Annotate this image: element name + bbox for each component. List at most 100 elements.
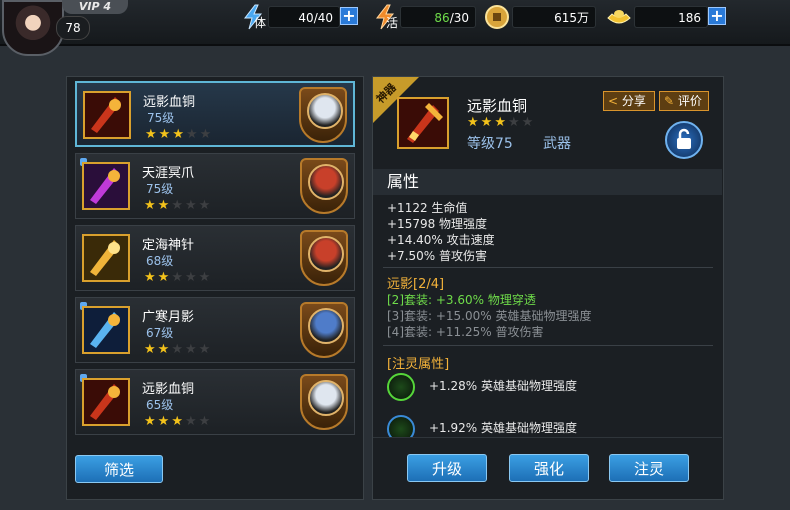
- equipment-stars: ★★★★★: [145, 127, 213, 142]
- share-label: 分享: [621, 94, 646, 108]
- equipment-thumbnail: [82, 234, 130, 282]
- star-filled-icon: ★: [144, 342, 158, 357]
- energy-value: 86/30: [400, 6, 476, 28]
- top-bar: VIP 4 78 体 40/40 + 活 86/30 615万 186 +: [0, 0, 790, 56]
- infuse-button[interactable]: 注灵: [609, 454, 689, 482]
- equipment-list-item[interactable]: 远影血铜 75级 ★★★★★: [75, 81, 355, 147]
- equipment-level: 68级: [146, 254, 174, 268]
- detail-stars: ★★★★★: [467, 115, 535, 130]
- star-filled-icon: ★: [144, 270, 158, 285]
- equipment-list-item[interactable]: 定海神针 68级 ★★★★★: [75, 225, 355, 291]
- weapon-icon: [85, 93, 129, 137]
- upgrade-button[interactable]: 升级: [407, 454, 487, 482]
- star-filled-icon: ★: [171, 414, 185, 429]
- unlock-icon: [677, 128, 691, 149]
- ingots-resource: 186 +: [606, 4, 728, 30]
- hero-portrait-icon: [308, 308, 344, 344]
- equipment-name: 定海神针: [142, 238, 195, 253]
- star-empty-icon: ★: [199, 127, 214, 142]
- player-level: 78: [56, 16, 90, 40]
- equipment-stars: ★★★★★: [144, 414, 212, 429]
- equipment-level: 65级: [146, 398, 174, 412]
- star-empty-icon: ★: [198, 342, 213, 357]
- star-empty-icon: ★: [185, 127, 200, 142]
- star-empty-icon: ★: [171, 270, 185, 285]
- star-filled-icon: ★: [494, 115, 508, 130]
- equipment-list-panel: 远影血铜 75级 ★★★★★ 天涯冥爪 75级 ★★★★★ 定海神针 68级 ★★★★★ 广寒月影…: [66, 76, 364, 500]
- equipment-stars: ★★★★★: [144, 342, 212, 357]
- hero-shield[interactable]: [299, 87, 347, 143]
- spirit-title: [注灵属性]: [387, 357, 450, 372]
- equipment-name: 远影血铜: [142, 382, 195, 397]
- equipment-list-item[interactable]: 远影血铜 65级 ★★★★★: [75, 369, 355, 435]
- hero-shield[interactable]: [300, 230, 348, 286]
- coins-value: 615万: [512, 6, 596, 28]
- spirit-orb-icon: [387, 373, 415, 401]
- star-filled-icon: ★: [157, 414, 172, 429]
- share-button[interactable]: < 分享: [603, 91, 655, 111]
- spirit-attribute-line: +1.92% 英雄基础物理强度: [429, 421, 577, 435]
- weapon-icon: [84, 236, 128, 280]
- star-filled-icon: ★: [157, 342, 172, 357]
- add-ingots-button[interactable]: +: [708, 7, 726, 25]
- equipment-thumbnail: [82, 162, 130, 210]
- equipment-stars: ★★★★★: [144, 270, 212, 285]
- hero-shield[interactable]: [300, 158, 348, 214]
- energy-resource: 活 86/30: [372, 4, 478, 30]
- equipment-thumbnail: [82, 306, 130, 354]
- equipment-thumbnail: [83, 91, 131, 139]
- ingots-value: 186: [634, 6, 708, 28]
- stamina-current: 40: [298, 11, 314, 25]
- hero-portrait-icon: [308, 164, 344, 200]
- coin-icon: [485, 5, 509, 29]
- equipment-name: 天涯冥爪: [142, 166, 195, 181]
- equipment-level: 75级: [146, 182, 174, 196]
- coins-resource: 615万: [484, 4, 598, 30]
- star-empty-icon: ★: [198, 414, 213, 429]
- action-bar: 升级 强化 注灵: [373, 437, 722, 499]
- vip-badge[interactable]: VIP 4: [62, 0, 128, 14]
- equipment-name: 远影血铜: [143, 95, 196, 110]
- equipment-list-item[interactable]: 广寒月影 67级 ★★★★★: [75, 297, 355, 363]
- star-filled-icon: ★: [467, 115, 481, 130]
- set-title: 远影[2/4]: [387, 277, 445, 292]
- detail-item-icon: [397, 97, 449, 149]
- attribute-line: +14.40% 攻击速度: [387, 233, 495, 247]
- hero-shield[interactable]: [300, 374, 348, 430]
- stamina-value: 40/40: [268, 6, 340, 28]
- energy-current: 86: [434, 11, 450, 25]
- detail-item-name: 远影血铜: [467, 97, 528, 115]
- star-filled-icon: ★: [145, 127, 159, 142]
- attribute-line: +7.50% 普攻伤害: [387, 249, 487, 263]
- set-bonus-line: [2]套装: +3.60% 物理穿透: [387, 293, 536, 307]
- star-filled-icon: ★: [144, 198, 158, 213]
- divider: [383, 345, 713, 346]
- review-label: 评价: [677, 94, 702, 108]
- star-empty-icon: ★: [184, 198, 199, 213]
- add-stamina-button[interactable]: +: [340, 7, 358, 25]
- star-empty-icon: ★: [507, 115, 522, 130]
- star-empty-icon: ★: [171, 198, 185, 213]
- filter-button[interactable]: 筛选: [75, 455, 163, 483]
- unlock-button[interactable]: [665, 121, 703, 159]
- review-button[interactable]: ✎ 评价: [659, 91, 709, 111]
- equipment-thumbnail: [82, 378, 130, 426]
- attributes-header: 属性: [373, 169, 722, 195]
- star-empty-icon: ★: [198, 198, 213, 213]
- spirit-attribute-line: +1.28% 英雄基础物理强度: [429, 379, 577, 393]
- attribute-line: +1122 生命值: [387, 201, 468, 215]
- energy-label: 活: [386, 16, 399, 30]
- star-empty-icon: ★: [184, 270, 199, 285]
- hero-shield[interactable]: [300, 302, 348, 358]
- equipment-list-item[interactable]: 天涯冥爪 75级 ★★★★★: [75, 153, 355, 219]
- detail-level: 等级75: [467, 136, 513, 152]
- gold-ingot-icon: [607, 10, 631, 24]
- set-bonus-line: [3]套装: +15.00% 英雄基础物理强度: [387, 309, 592, 323]
- player-avatar[interactable]: [2, 0, 64, 56]
- hero-portrait-icon: [308, 236, 344, 272]
- set-bonus-line: [4]套装: +11.25% 普攻伤害: [387, 325, 544, 339]
- star-empty-icon: ★: [171, 342, 185, 357]
- enhance-button[interactable]: 强化: [509, 454, 589, 482]
- equipment-detail-panel: 神器 远影血铜 ★★★★★ 等级75 武器 < 分享 ✎ 评价 属性 +1122…: [372, 76, 724, 500]
- hero-portrait-icon: [307, 93, 343, 129]
